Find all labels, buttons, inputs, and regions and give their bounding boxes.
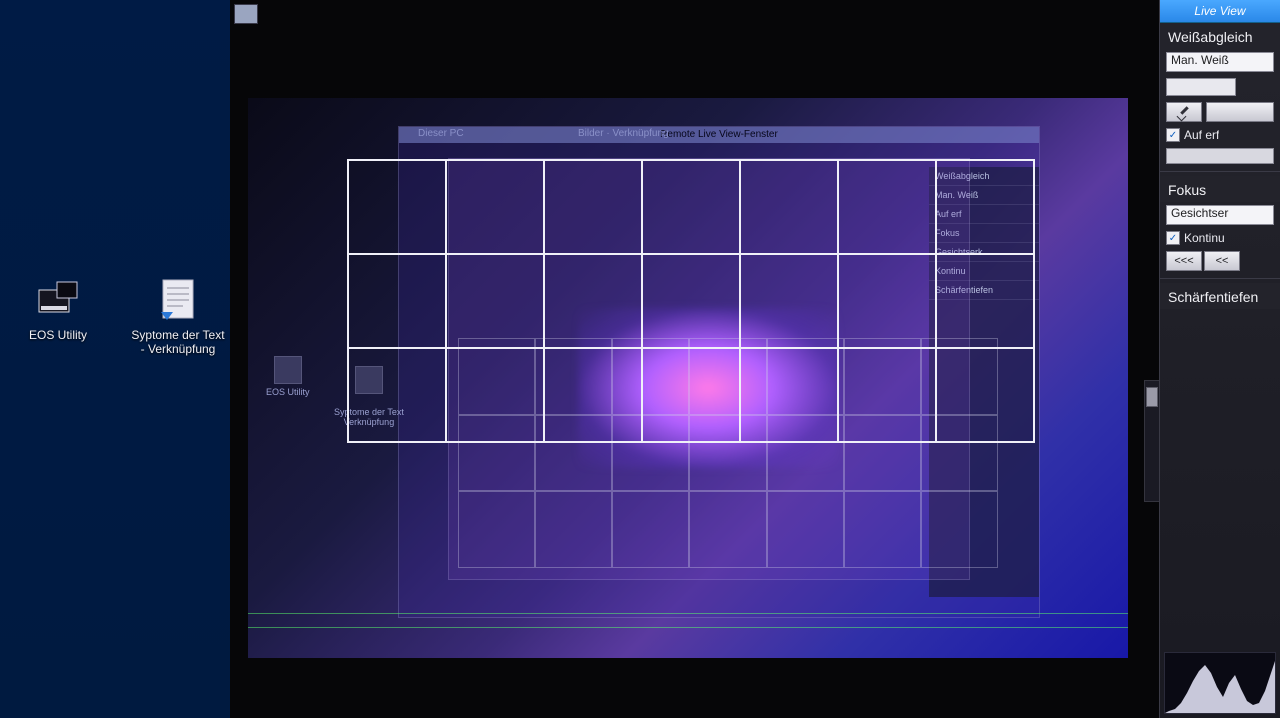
document-shortcut-icon (355, 366, 383, 394)
live-view-window: Remote Live View-Fenster Weißabgleich Ma… (230, 0, 1160, 718)
camera-app-icon (35, 276, 81, 322)
feed-echo-left-label: Dieser PC (418, 128, 464, 139)
document-shortcut-icon (155, 276, 201, 322)
continuous-af-checkbox[interactable]: ✓ (1166, 231, 1180, 245)
feed-glow (578, 308, 838, 468)
focus-near-med-button[interactable]: << (1204, 251, 1240, 271)
feed-echo-icon-shortcut: Syptome der Text Verknüpfung (334, 356, 404, 427)
feed-echo-icon-eos: EOS Utility (266, 356, 310, 397)
desktop-icon-label: EOS Utility (8, 328, 108, 342)
divider (1160, 171, 1280, 172)
auto-apply-label: Auf erf (1184, 128, 1219, 142)
slider-thumb[interactable] (1146, 387, 1158, 407)
focus-near-fast-button[interactable]: <<< (1166, 251, 1202, 271)
tab-live-view[interactable]: Live View (1160, 0, 1280, 23)
eyedropper-icon (1177, 105, 1191, 119)
wb-swatch (1166, 78, 1236, 96)
desktop-icon-eos-utility[interactable]: EOS Utility (8, 276, 108, 342)
exposure-slider[interactable] (1144, 380, 1160, 502)
divider (1160, 278, 1280, 279)
control-panel: Live View Weißabgleich Man. Weiß ✓ Auf e… (1159, 0, 1280, 718)
feed-echo-breadcrumb: Bilder · Verknüpfung (578, 128, 669, 139)
feed-echo-title: Remote Live View-Fenster (660, 129, 778, 140)
desktop-icon-shortcut[interactable]: Syptome der Text - Verknüpfung (128, 276, 228, 356)
wb-slider[interactable] (1166, 148, 1274, 164)
desktop-icon-label: Syptome der Text - Verknüpfung (128, 328, 228, 356)
histogram (1164, 652, 1276, 714)
focus-heading: Fokus (1160, 176, 1280, 202)
focus-mode-select[interactable]: Gesichtser (1166, 205, 1274, 225)
scan-line (248, 613, 1128, 614)
echo-icon-label: Syptome der Text Verknüpfung (334, 407, 404, 427)
continuous-af-label: Kontinu (1184, 231, 1225, 245)
eyedropper-button[interactable] (1166, 102, 1202, 122)
desktop-area: EOS Utility Syptome der Text - Verknüpfu… (0, 0, 230, 718)
dof-heading: Schärfentiefen (1160, 283, 1280, 309)
feed-echo-titlebar: Remote Live View-Fenster (399, 127, 1039, 143)
screen-root: EOS Utility Syptome der Text - Verknüpfu… (0, 0, 1280, 718)
camera-feed[interactable]: Remote Live View-Fenster Weißabgleich Ma… (248, 98, 1128, 658)
wb-aux-button[interactable] (1206, 102, 1274, 122)
window-sysmenu-icon[interactable] (234, 4, 258, 24)
auto-apply-checkbox[interactable]: ✓ (1166, 128, 1180, 142)
scan-line (248, 627, 1128, 628)
wb-mode-select[interactable]: Man. Weiß (1166, 52, 1274, 72)
camera-app-icon (274, 356, 302, 384)
echo-icon-label: EOS Utility (266, 387, 310, 397)
wb-heading: Weißabgleich (1160, 23, 1280, 49)
